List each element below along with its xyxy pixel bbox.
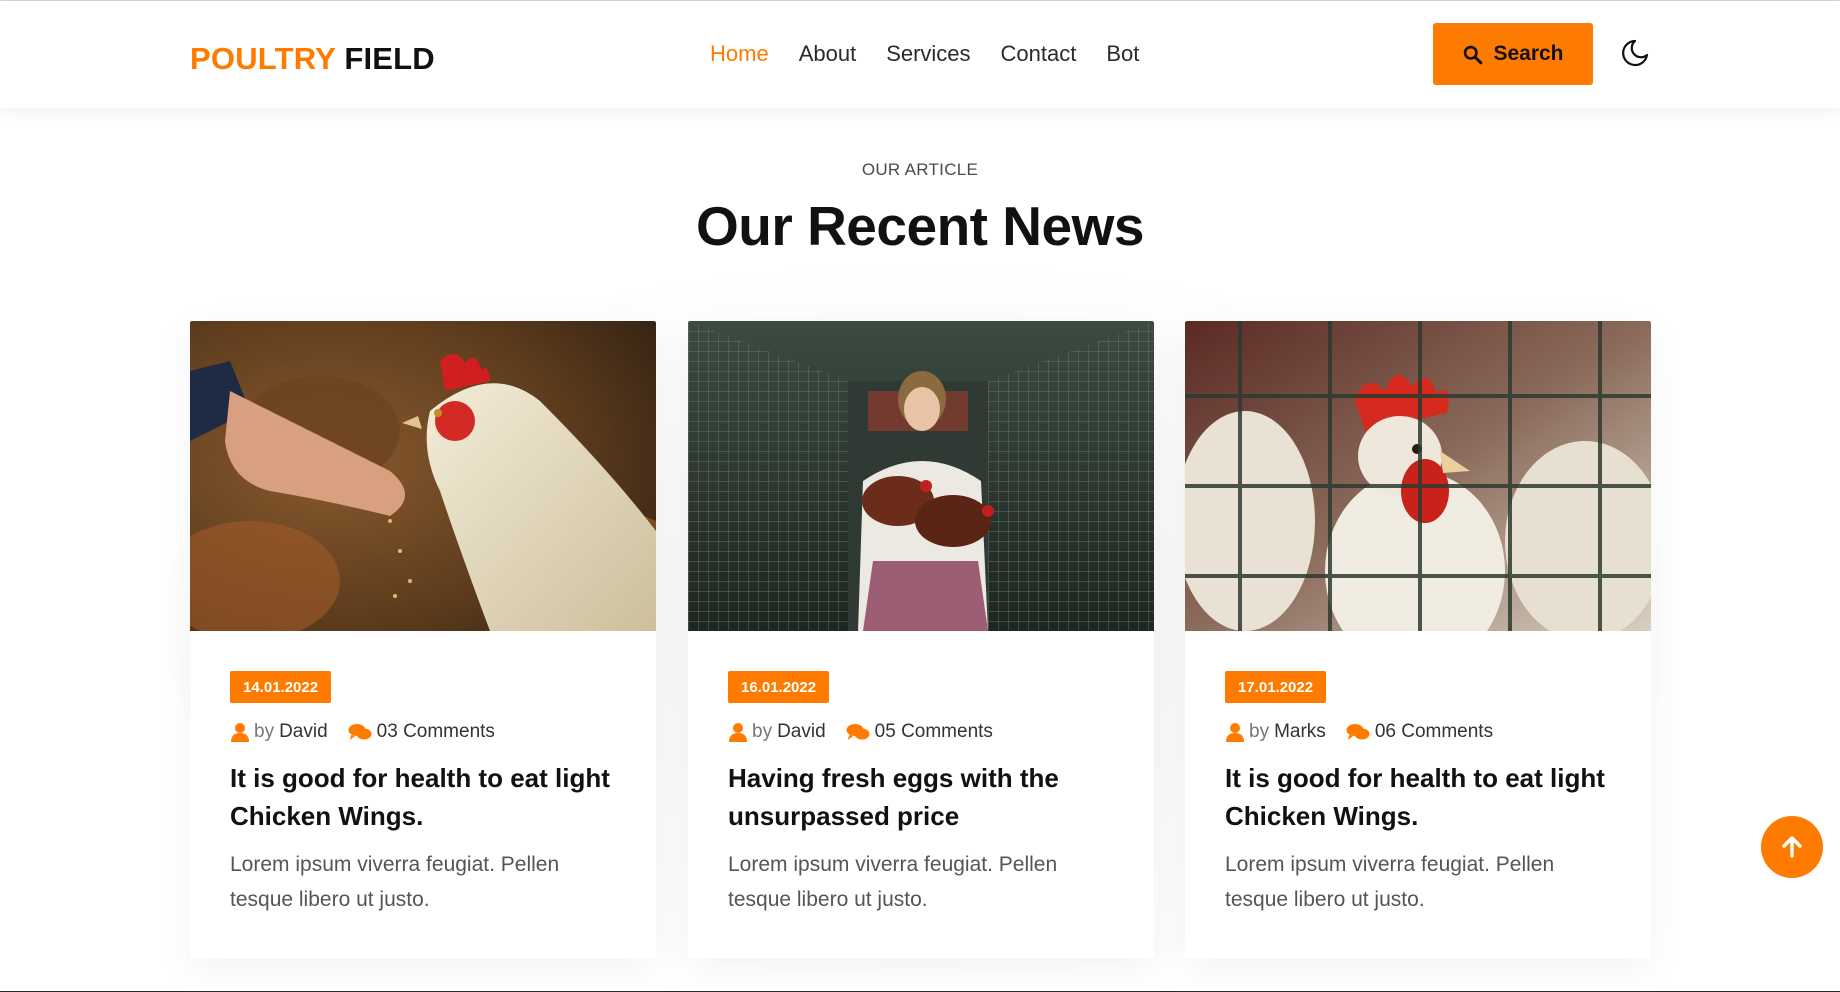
comments-icon	[846, 723, 870, 740]
search-button-label: Search	[1493, 42, 1564, 65]
post-meta: by David 05 Comments	[728, 721, 993, 743]
news-card[interactable]: 17.01.2022 by Marks 06 Comments It is go…	[1185, 321, 1651, 958]
by-label: by	[1249, 721, 1270, 742]
caged-hen-photo[interactable]	[1185, 321, 1651, 631]
back-to-top-button[interactable]	[1761, 816, 1823, 878]
logo[interactable]: POULTRY FIELD	[190, 41, 435, 77]
section-subtitle: OUR ARTICLE	[861, 160, 979, 179]
post-meta: by Marks 06 Comments	[1225, 721, 1493, 743]
hand-feeding-rooster-photo[interactable]	[190, 321, 656, 631]
post-meta: by David 03 Comments	[230, 721, 495, 743]
site-header: POULTRY FIELD Home About Services Contac…	[0, 1, 1840, 108]
main-nav: Home About Services Contact Bot	[710, 41, 1169, 67]
comments-count[interactable]: 05 Comments	[875, 721, 993, 743]
nav-about[interactable]: About	[799, 41, 857, 67]
card-excerpt: Lorem ipsum viverra feugiat. Pellen tesq…	[230, 853, 560, 911]
page: POULTRY FIELD Home About Services Contac…	[0, 0, 1840, 992]
by-label: by	[752, 721, 773, 742]
card-excerpt: Lorem ipsum viverra feugiat. Pellen tesq…	[1225, 853, 1555, 911]
user-icon	[729, 723, 747, 742]
comments-icon	[348, 723, 372, 740]
comments-count[interactable]: 06 Comments	[1375, 721, 1493, 743]
by-label: by	[254, 721, 275, 742]
nav-contact[interactable]: Contact	[1001, 41, 1077, 67]
nav-home[interactable]: Home	[710, 41, 769, 67]
nav-bot[interactable]: Bot	[1106, 41, 1139, 67]
date-badge: 17.01.2022	[1225, 671, 1327, 703]
user-icon	[231, 723, 249, 742]
card-title[interactable]: Having fresh eggs with the unsurpassed p…	[728, 759, 1128, 835]
nav-services[interactable]: Services	[886, 41, 970, 67]
card-title[interactable]: It is good for health to eat light Chick…	[230, 759, 630, 835]
comments-icon	[1346, 723, 1370, 740]
author-name[interactable]: David	[777, 721, 826, 743]
search-button[interactable]: Search	[1433, 23, 1593, 85]
card-excerpt: Lorem ipsum viverra feugiat. Pellen tesq…	[728, 853, 1058, 911]
woman-holding-hens-photo[interactable]	[688, 321, 1154, 631]
logo-primary-text: POULTRY	[190, 41, 336, 76]
logo-secondary-text: FIELD	[344, 41, 435, 76]
user-icon	[1226, 723, 1244, 742]
date-badge: 16.01.2022	[728, 671, 830, 703]
arrow-up-icon	[1782, 836, 1802, 858]
news-card[interactable]: 16.01.2022 by David 05 Comments Having f…	[688, 321, 1154, 958]
date-badge: 14.01.2022	[230, 671, 332, 703]
card-title[interactable]: It is good for health to eat light Chick…	[1225, 759, 1625, 835]
comments-count[interactable]: 03 Comments	[377, 721, 495, 743]
news-card[interactable]: 14.01.2022 by David 03 Comments It is go…	[190, 321, 656, 958]
theme-toggle[interactable]	[1620, 37, 1650, 69]
moon-icon	[1622, 39, 1649, 67]
author-name[interactable]: David	[279, 721, 328, 743]
search-icon	[1464, 45, 1483, 64]
author-name[interactable]: Marks	[1274, 721, 1326, 743]
